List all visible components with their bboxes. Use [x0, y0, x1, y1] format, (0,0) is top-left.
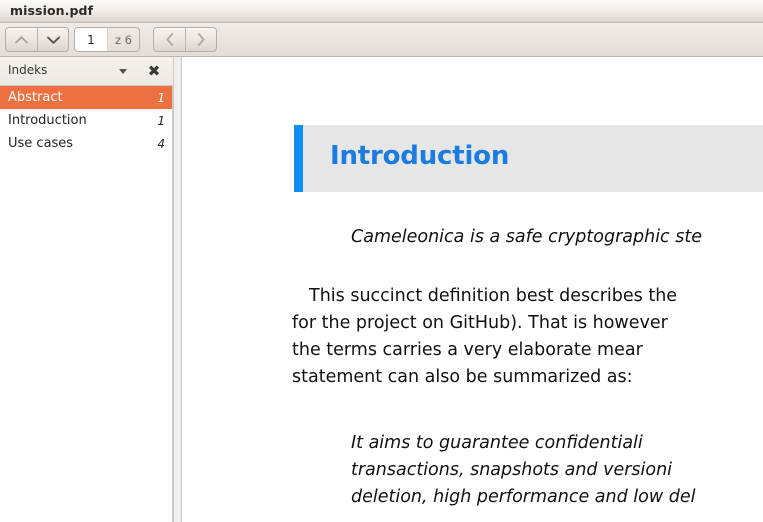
body-line: This succinct definition best describes … — [309, 286, 678, 306]
pdf-viewer-window: mission.pdf 1 z 6 Indeks ✖ Abstract 1 In… — [0, 0, 763, 522]
toc-item-label: Use cases — [8, 136, 74, 151]
title-bar: mission.pdf — [0, 0, 763, 23]
page-number-input[interactable]: 1 — [75, 28, 108, 51]
back-button[interactable] — [154, 28, 185, 51]
document-view[interactable]: Introduction Cameleonica is a safe crypt… — [183, 57, 763, 522]
body-line: statement can also be summarized as: — [292, 367, 633, 387]
next-page-button[interactable] — [37, 28, 68, 51]
chevron-right-icon — [197, 33, 205, 46]
page-number-field[interactable]: 1 z 6 — [74, 27, 140, 52]
page-total-label: z 6 — [114, 32, 132, 47]
section-heading: Introduction — [330, 141, 510, 171]
toc-item-introduction[interactable]: Introduction 1 — [0, 109, 172, 132]
section-accent-bar — [294, 125, 303, 192]
body-paragraph: This succinct definition best describes … — [292, 283, 763, 391]
quote-line: deletion, high performance and low del — [351, 487, 696, 507]
chevron-down-icon — [46, 36, 60, 44]
toc-item-label: Introduction — [8, 113, 87, 128]
quote-line: transactions, snapshots and versioni — [351, 460, 673, 480]
forward-button[interactable] — [185, 28, 216, 51]
sidebar-title: Indeks — [8, 63, 48, 77]
previous-page-button[interactable] — [6, 28, 37, 51]
body-line: the terms carries a very elaborate mear — [292, 340, 643, 360]
block-quote: It aims to guarantee confidentiali trans… — [351, 430, 763, 511]
chevron-left-icon — [165, 33, 173, 46]
sidebar-panel: Indeks ✖ Abstract 1 Introduction 1 Use c… — [0, 57, 173, 522]
toc-item-use-cases[interactable]: Use cases 4 — [0, 132, 172, 155]
toc-item-label: Abstract — [8, 90, 63, 105]
toc-item-abstract[interactable]: Abstract 1 — [0, 86, 172, 109]
toolbar: 1 z 6 — [0, 23, 763, 57]
window-title: mission.pdf — [10, 3, 94, 18]
sidebar-header: Indeks ✖ — [0, 57, 173, 86]
page-nav-group — [5, 27, 69, 52]
toc-item-page: 1 — [157, 90, 165, 105]
lead-italic-line: Cameleonica is a safe cryptographic ste — [351, 227, 702, 247]
pdf-page: Introduction Cameleonica is a safe crypt… — [183, 57, 763, 522]
table-of-contents: Abstract 1 Introduction 1 Use cases 4 — [0, 86, 172, 155]
toc-item-page: 4 — [157, 136, 165, 151]
panel-splitter[interactable] — [173, 57, 182, 522]
chevron-up-icon — [15, 35, 28, 43]
toc-item-page: 1 — [157, 113, 165, 128]
body-line: for the project on GitHub). That is howe… — [292, 313, 668, 333]
quote-line: It aims to guarantee confidentiali — [351, 433, 643, 453]
close-icon[interactable]: ✖ — [145, 62, 163, 80]
chevron-down-icon[interactable] — [119, 69, 127, 74]
history-nav-group — [153, 27, 217, 52]
